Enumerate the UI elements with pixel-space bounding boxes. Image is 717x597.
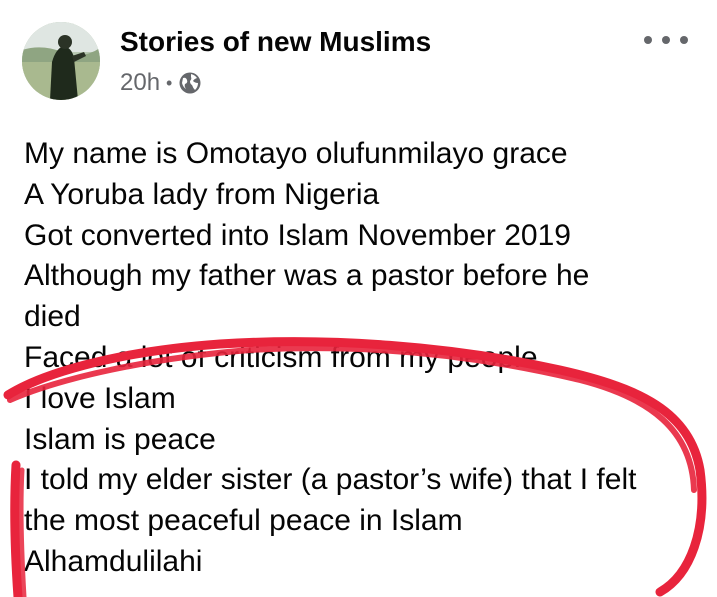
more-options-button[interactable]: [644, 28, 688, 52]
post-line: Islam is peace: [24, 422, 216, 456]
post-text: My name is Omotayo olufunmilayo grace A …: [24, 134, 704, 583]
meta-separator: •: [166, 72, 173, 93]
more-options-dot: [644, 36, 652, 44]
post-line: I love Islam: [24, 381, 176, 415]
post-timestamp[interactable]: 20h: [120, 69, 160, 97]
post-header: Stories of new Muslims 20h •: [0, 0, 717, 110]
post-line: Alhamdulilahi: [24, 544, 203, 578]
post-line: My name is Omotayo olufunmilayo grace: [24, 137, 568, 170]
post-line: Although my father was a pastor before h…: [24, 259, 590, 293]
avatar[interactable]: [22, 22, 100, 100]
post-line: A Yoruba lady from Nigeria: [24, 177, 380, 211]
post-line: the most peaceful peace in Islam: [24, 504, 463, 538]
globe-icon[interactable]: [178, 71, 202, 95]
post-line: Got converted into Islam November 2019: [24, 218, 571, 252]
more-options-dot: [662, 36, 670, 44]
more-options-dot: [680, 36, 688, 44]
page-name[interactable]: Stories of new Muslims: [120, 26, 431, 58]
post-meta: 20h •: [120, 69, 202, 97]
post-line: Faced a lot of criticism from my people: [24, 340, 538, 374]
post-line: I told my elder sister (a pastor’s wife)…: [24, 463, 637, 497]
post-line: died: [24, 300, 81, 334]
